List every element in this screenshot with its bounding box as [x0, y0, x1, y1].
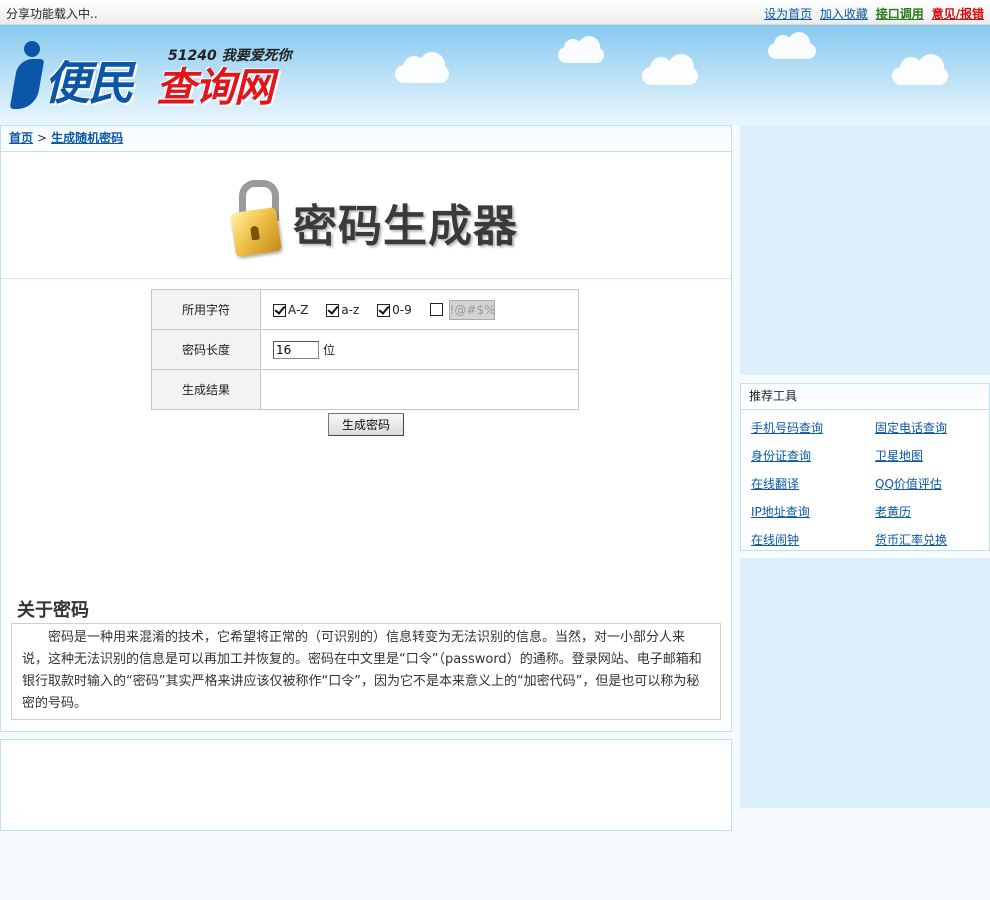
lowercase-label: a-z: [341, 302, 360, 317]
result-row: 生成结果: [151, 369, 579, 410]
digits-checkbox[interactable]: [377, 303, 391, 317]
tool-link-currency-exchange[interactable]: 货币汇率兑换: [865, 526, 989, 554]
charset-uppercase-option[interactable]: A-Z: [273, 303, 309, 317]
recommended-tools: 推荐工具 手机号码查询 固定电话查询 身份证查询 卫星地图 在线翻译 QQ价值评估 I…: [740, 383, 990, 551]
tools-title: 推荐工具: [741, 384, 989, 410]
main-panel: 首页 > 生成随机密码 密码生成器 所用字符 A-Z a-z 0-9 !@#$%…: [0, 125, 732, 732]
length-label: 密码长度: [151, 329, 261, 370]
tools-grid: 手机号码查询 固定电话查询 身份证查询 卫星地图 在线翻译 QQ价值评估 IP地址查询…: [741, 410, 989, 554]
result-output[interactable]: [260, 369, 579, 410]
length-row: 密码长度 位: [151, 329, 579, 370]
charset-digits-option[interactable]: 0-9: [377, 303, 412, 317]
top-links: 设为首页 加入收藏 接口调用 意见/报错: [760, 5, 984, 22]
cloud-decoration: [642, 54, 698, 85]
share-status: 分享功能载入中..: [6, 7, 98, 21]
lower-panel: [0, 739, 732, 831]
generator-form: 所用字符 A-Z a-z 0-9 !@#$% 密码长度 位: [151, 289, 579, 410]
site-logo[interactable]: 便民 查询网 51240 我要爱死你: [9, 35, 310, 115]
top-bar: 分享功能载入中.. 设为首页 加入收藏 接口调用 意见/报错: [0, 0, 990, 25]
tool-link-alarm-clock[interactable]: 在线闹钟: [741, 526, 865, 554]
add-bookmark-link[interactable]: 加入收藏: [820, 7, 868, 21]
cloud-decoration: [558, 36, 604, 63]
charset-lowercase-option[interactable]: a-z: [326, 303, 359, 317]
sidebar-ad-area: [740, 125, 990, 375]
generate-password-button[interactable]: 生成密码: [328, 413, 404, 436]
password-length-input[interactable]: [273, 340, 319, 359]
breadcrumb-separator: >: [37, 131, 48, 145]
charset-symbols-option[interactable]: !@#$%: [429, 299, 495, 320]
cloud-decoration: [768, 32, 816, 59]
site-header: 便民 查询网 51240 我要爱死你: [0, 25, 990, 125]
charset-label: 所用字符: [151, 289, 261, 330]
tool-link-id-card[interactable]: 身份证查询: [741, 442, 865, 470]
about-text: 密码是一种用来混淆的技术，它希望将正常的（可识别的）信息转变为无法识别的信息。当…: [11, 623, 721, 720]
sidebar-ad-area-bottom: [740, 558, 990, 808]
tool-link-ip-lookup[interactable]: IP地址查询: [741, 498, 865, 526]
result-label: 生成结果: [151, 369, 261, 410]
digits-label: 0-9: [392, 302, 412, 317]
cloud-decoration: [892, 54, 948, 85]
tool-link-translate[interactable]: 在线翻译: [741, 470, 865, 498]
feedback-link[interactable]: 意见/报错: [932, 7, 984, 21]
tool-link-mobile-lookup[interactable]: 手机号码查询: [741, 414, 865, 442]
symbols-checkbox[interactable]: [429, 303, 443, 316]
banner-title: 密码生成器: [293, 201, 518, 252]
cloud-decoration: [395, 52, 449, 83]
tool-link-landline-lookup[interactable]: 固定电话查询: [865, 414, 989, 442]
logo-text-blue: 便民: [44, 56, 134, 110]
symbols-input[interactable]: !@#$%: [448, 299, 495, 320]
tool-banner: 密码生成器: [1, 152, 731, 279]
length-unit: 位: [323, 343, 336, 357]
lowercase-checkbox[interactable]: [326, 303, 340, 317]
set-homepage-link[interactable]: 设为首页: [764, 7, 812, 21]
charset-options: A-Z a-z 0-9 !@#$%: [260, 289, 579, 330]
breadcrumb: 首页 > 生成随机密码: [1, 126, 731, 152]
tool-link-almanac[interactable]: 老黄历: [865, 498, 989, 526]
about-title: 关于密码: [17, 600, 89, 621]
logo-slogan: 51240 我要爱死你: [168, 48, 292, 64]
person-logo-icon: [9, 41, 46, 109]
tool-link-satellite-map[interactable]: 卫星地图: [865, 442, 989, 470]
breadcrumb-home-link[interactable]: 首页: [9, 131, 33, 145]
charset-row: 所用字符 A-Z a-z 0-9 !@#$%: [151, 289, 579, 330]
tool-link-qq-value[interactable]: QQ价值评估: [865, 470, 989, 498]
breadcrumb-current-link[interactable]: 生成随机密码: [51, 131, 123, 145]
length-field-cell: 位: [260, 329, 579, 370]
uppercase-checkbox[interactable]: [273, 303, 286, 317]
api-link[interactable]: 接口调用: [876, 7, 924, 21]
padlock-icon: [229, 180, 289, 258]
uppercase-label: A-Z: [288, 302, 309, 317]
